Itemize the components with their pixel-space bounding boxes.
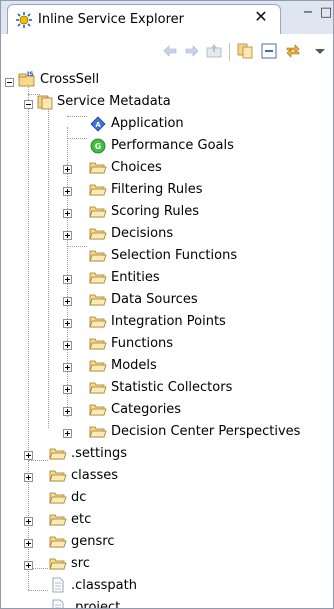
folder-icon xyxy=(89,184,107,196)
collapse-all-icon[interactable] xyxy=(260,42,278,60)
tree-item-label: Selection Functions xyxy=(111,248,238,263)
expand-toggle[interactable] xyxy=(63,209,72,218)
svg-text:IS: IS xyxy=(27,71,34,78)
minimize-icon[interactable]: − xyxy=(301,6,315,20)
tree-guide xyxy=(48,105,49,428)
folder-icon xyxy=(49,558,67,570)
tree-item-label: Performance Goals xyxy=(111,138,234,153)
tree-guide xyxy=(28,460,48,461)
back-arrow-icon[interactable] xyxy=(161,42,179,60)
expand-toggle[interactable] xyxy=(63,231,72,240)
folder-icon xyxy=(49,514,67,526)
inline-service-explorer-view: Inline Service Explorer ✕ − □ IS CrossSe… xyxy=(0,0,334,609)
tree-item-label: Decisions xyxy=(111,226,174,241)
tree-item-label: .settings xyxy=(71,446,127,461)
tree-item-label: CrossSell xyxy=(40,72,100,87)
tree-item-label: Application xyxy=(111,116,184,131)
tree-guide xyxy=(67,116,87,117)
tree-item-label: Data Sources xyxy=(111,292,198,307)
folder-icon xyxy=(89,206,107,218)
up-folder-icon[interactable] xyxy=(205,42,223,60)
forward-arrow-icon[interactable] xyxy=(183,42,201,60)
view-menu-icon[interactable] xyxy=(313,42,327,60)
folder-icon xyxy=(89,316,107,328)
folder-icon xyxy=(89,250,107,262)
expand-toggle[interactable] xyxy=(63,341,72,350)
tree-item-label: .project xyxy=(71,600,121,609)
tree-item-label: Models xyxy=(111,358,157,373)
tree-guide xyxy=(28,590,48,591)
folder-icon xyxy=(89,294,107,306)
expand-toggle[interactable] xyxy=(24,473,33,482)
expand-toggle[interactable] xyxy=(63,407,72,416)
folder-icon xyxy=(89,426,107,438)
tree-guide xyxy=(67,246,87,247)
tree-item-label: Decision Center Perspectives xyxy=(111,424,301,439)
folder-icon xyxy=(89,382,107,394)
tree-guide xyxy=(67,138,87,139)
file-icon xyxy=(52,599,64,608)
view-tab-strip: Inline Service Explorer ✕ − □ xyxy=(1,1,333,42)
tree-item-label: .classpath xyxy=(71,578,137,593)
tree-item-label: Integration Points xyxy=(111,314,226,329)
collapse-toggle[interactable] xyxy=(24,100,33,109)
project-is-icon: IS xyxy=(18,71,35,87)
folder-icon xyxy=(89,338,107,350)
goals-icon: G xyxy=(90,138,106,154)
copy-icon[interactable] xyxy=(236,42,254,60)
link-with-editor-icon[interactable] xyxy=(284,42,302,60)
tree-item-label: gensrc xyxy=(71,534,115,549)
expand-toggle[interactable] xyxy=(63,429,72,438)
tree-item-label: src xyxy=(71,556,90,571)
folder-icon xyxy=(49,470,67,482)
collapse-toggle[interactable] xyxy=(5,78,14,87)
tree-item-label: Choices xyxy=(111,160,162,175)
expand-toggle[interactable] xyxy=(63,275,72,284)
folder-icon xyxy=(49,448,67,460)
folder-icon xyxy=(89,404,107,416)
folder-icon xyxy=(89,360,107,372)
tree-item-label: Functions xyxy=(111,336,174,351)
tree-item-label: classes xyxy=(71,468,119,483)
tree-guide xyxy=(28,83,29,590)
expand-toggle[interactable] xyxy=(63,297,72,306)
folder-icon xyxy=(49,492,67,504)
expand-toggle[interactable] xyxy=(63,187,72,196)
expand-toggle[interactable] xyxy=(63,363,72,372)
folder-icon xyxy=(89,272,107,284)
toolbar-separator xyxy=(229,43,230,61)
expand-toggle[interactable] xyxy=(63,385,72,394)
expand-toggle[interactable] xyxy=(24,539,33,548)
tree-item-label: etc xyxy=(71,512,92,527)
folder-icon xyxy=(89,228,107,240)
close-icon[interactable]: ✕ xyxy=(252,8,270,26)
tree-item-label: Entities xyxy=(111,270,160,285)
view-toolbar xyxy=(1,34,333,69)
svg-text:G: G xyxy=(95,142,102,151)
inline-service-icon xyxy=(16,12,32,28)
view-title: Inline Service Explorer xyxy=(38,12,184,27)
tree-item-label: dc xyxy=(71,490,87,505)
expand-toggle[interactable] xyxy=(63,165,72,174)
maximize-icon[interactable]: □ xyxy=(319,6,333,20)
file-icon xyxy=(52,577,64,593)
expand-toggle[interactable] xyxy=(24,517,33,526)
project-tree: IS CrossSell Service Metadata A Applicat… xyxy=(1,69,333,609)
expand-toggle[interactable] xyxy=(24,561,33,570)
expand-toggle[interactable] xyxy=(63,319,72,328)
tree-item-label: Statistic Collectors xyxy=(111,380,233,395)
tree-item-label: Service Metadata xyxy=(57,94,171,109)
tree-item-label: Filtering Rules xyxy=(111,182,203,197)
metadata-icon xyxy=(37,95,53,110)
tree-item-label: Scoring Rules xyxy=(111,204,200,219)
svg-text:A: A xyxy=(95,121,101,129)
folder-icon xyxy=(49,536,67,548)
expand-toggle[interactable] xyxy=(24,451,33,460)
folder-icon xyxy=(89,162,107,174)
tree-item-label: Categories xyxy=(111,402,182,417)
application-icon: A xyxy=(90,116,106,132)
